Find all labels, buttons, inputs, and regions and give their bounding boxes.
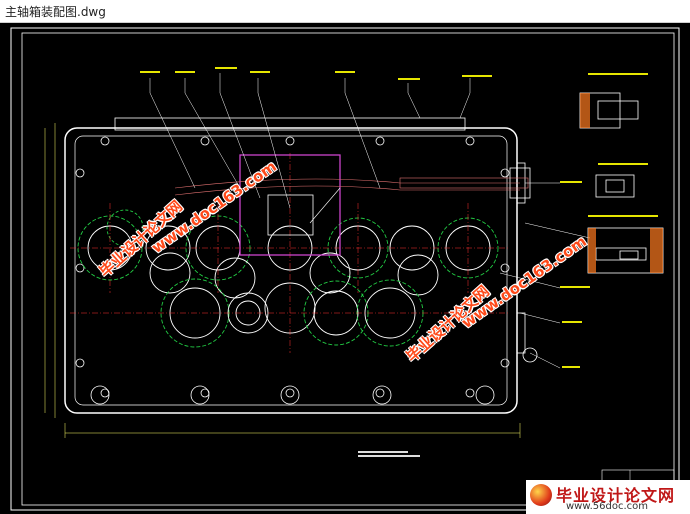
site-logo: 毕业设计论文网 www.56doc.com xyxy=(526,480,690,514)
gear-row-middle xyxy=(149,252,439,299)
housing-inner xyxy=(74,135,508,406)
window-title: 主轴箱装配图.dwg xyxy=(5,5,106,19)
cad-drawing-canvas[interactable]: 毕业设计论文网 www.doc163.com 毕业设计论文网 www.doc16… xyxy=(0,23,690,514)
logo-url: www.56doc.com xyxy=(566,501,649,512)
window-titlebar: 主轴箱装配图.dwg xyxy=(0,0,690,23)
bolt-holes xyxy=(75,136,510,405)
logo-emblem-icon xyxy=(530,484,552,506)
